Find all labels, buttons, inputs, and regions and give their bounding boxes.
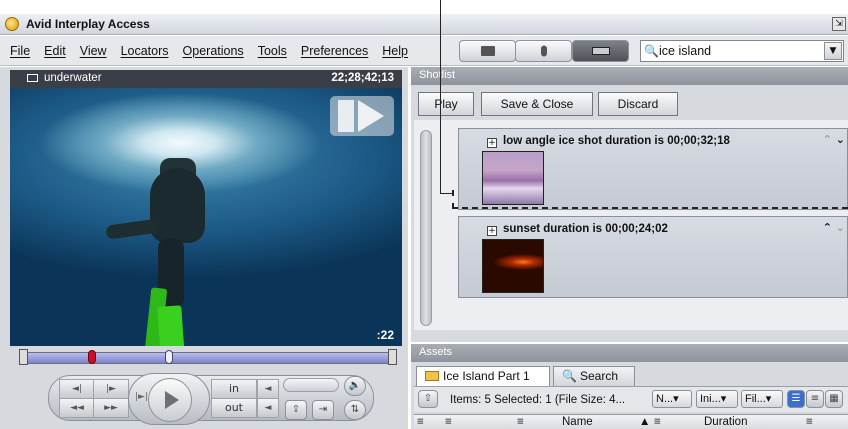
- shot-item[interactable]: + sunset duration is 00;00;24;02 ⌃ ⌄: [458, 216, 848, 298]
- column-grip-icon[interactable]: ≡: [517, 416, 524, 428]
- search-icon: 🔍: [644, 44, 659, 58]
- drop-indicator: [452, 207, 848, 211]
- initial-filter-dropdown[interactable]: Ini...▾: [696, 390, 738, 408]
- tab-search[interactable]: 🔍 Search: [553, 366, 635, 386]
- fast-forward-icon[interactable]: [330, 96, 394, 136]
- expand-icon[interactable]: +: [487, 138, 497, 148]
- title-bar: Avid Interplay Access ⇲: [0, 14, 848, 35]
- go-to-in-icon[interactable]: ◄: [257, 379, 279, 399]
- filter-label: Fil...: [745, 393, 766, 405]
- column-grip-icon[interactable]: ≡: [445, 416, 452, 428]
- collapse-icon[interactable]: ⌃ ⌄: [823, 221, 845, 234]
- export-icon[interactable]: ⇪: [285, 400, 307, 420]
- frame-counter: :22: [376, 328, 394, 342]
- diver-fin: [157, 305, 187, 346]
- keyboard-icon: [591, 47, 610, 55]
- mark-in-handle[interactable]: [19, 349, 28, 365]
- sort-up-icon[interactable]: ▲: [639, 416, 650, 428]
- menu-operations[interactable]: Operations: [183, 44, 244, 58]
- menu-view[interactable]: View: [80, 44, 107, 58]
- mark-out-handle[interactable]: [388, 349, 397, 365]
- search-combo[interactable]: 🔍 ice island ▼: [640, 40, 844, 62]
- mark-in-button[interactable]: in: [211, 379, 257, 399]
- assets-header: Assets: [411, 344, 848, 362]
- menu-locators[interactable]: Locators: [121, 44, 169, 58]
- menu-edit[interactable]: Edit: [44, 44, 66, 58]
- menu-help[interactable]: Help: [382, 44, 408, 58]
- filter-label: N...: [656, 393, 674, 405]
- column-grip-icon[interactable]: ≡: [654, 416, 661, 428]
- forward-icon[interactable]: ►►: [93, 398, 129, 418]
- diver-body: [150, 168, 205, 243]
- tab-label: Search: [580, 369, 619, 383]
- marker-red[interactable]: [88, 350, 96, 364]
- file-filter-dropdown[interactable]: Fil...▾: [741, 390, 783, 408]
- name-filter-dropdown[interactable]: N...▾: [652, 390, 692, 408]
- detail-view-icon[interactable]: ≡: [806, 390, 824, 408]
- insert-icon[interactable]: ⇥: [312, 400, 334, 420]
- save-close-button[interactable]: Save & Close: [481, 92, 593, 116]
- column-duration[interactable]: Duration: [704, 416, 747, 428]
- play-shotlist-button[interactable]: Play: [418, 92, 474, 116]
- tab-ice-island[interactable]: Ice Island Part 1: [416, 366, 550, 386]
- maximize-icon[interactable]: ⇲: [832, 17, 846, 31]
- step-back-icon[interactable]: ◄|: [59, 379, 95, 399]
- discard-button[interactable]: Discard: [598, 92, 678, 116]
- mark-out-button[interactable]: out: [211, 398, 257, 418]
- callout-line: [440, 193, 453, 194]
- folder-icon: [480, 46, 495, 56]
- menu-preferences[interactable]: Preferences: [301, 44, 368, 58]
- video-frame[interactable]: :22: [10, 88, 402, 346]
- callout-line: [440, 0, 441, 194]
- folder-view-button[interactable]: [459, 40, 516, 62]
- capsule-icon: [540, 45, 547, 57]
- thumbnail-view-icon[interactable]: ▦: [825, 390, 843, 408]
- play-in-to-out-icon: |►|: [135, 392, 148, 402]
- folder-icon: [425, 371, 439, 381]
- monitor-icon: [27, 74, 38, 82]
- shotlist-scrollbar[interactable]: [420, 130, 432, 326]
- play-icon: [148, 378, 192, 422]
- shot-title: sunset duration is 00;00;24;02: [503, 223, 668, 235]
- volume-icon[interactable]: 🔈: [344, 376, 366, 396]
- search-icon: 🔍: [562, 369, 577, 383]
- video-header: underwater 22;28;42;13: [10, 70, 402, 88]
- single-view-button[interactable]: [515, 40, 572, 62]
- column-grip-icon[interactable]: ≡: [417, 416, 424, 428]
- asset-columns: ≡ ≡ ≡ Name ▲ ≡ Duration ≡: [414, 414, 848, 429]
- play-button[interactable]: |►|: [128, 373, 210, 425]
- up-folder-icon[interactable]: ⇧: [418, 390, 438, 408]
- grid-view-button[interactable]: [572, 40, 629, 62]
- step-forward-icon[interactable]: |►: [93, 379, 129, 399]
- search-input[interactable]: ice island: [659, 44, 711, 58]
- rewind-icon[interactable]: ◄◄: [59, 398, 95, 418]
- list-view-icon[interactable]: ☰: [787, 390, 805, 408]
- window-title: Avid Interplay Access: [26, 17, 150, 31]
- menu-file[interactable]: File: [10, 44, 30, 58]
- chevron-down-icon[interactable]: ▼: [824, 42, 842, 60]
- go-to-out-icon[interactable]: ◄: [257, 398, 279, 418]
- menu-tools[interactable]: Tools: [258, 44, 287, 58]
- tab-label: Ice Island Part 1: [443, 369, 530, 383]
- clip-name: underwater: [44, 72, 102, 84]
- app-logo-icon: [5, 17, 19, 31]
- shotlist-header: Shotlist: [411, 67, 848, 85]
- jog-slider[interactable]: [283, 378, 339, 392]
- assets-status: Items: 5 Selected: 1 (File Size: 4...: [450, 394, 626, 406]
- timeline-scrubber[interactable]: [19, 349, 397, 365]
- shot-title: low angle ice shot duration is 00;00;32;…: [503, 135, 730, 147]
- shot-thumbnail: [482, 151, 544, 205]
- collapse-icon[interactable]: ⌃ ⌄: [823, 133, 845, 146]
- audio-settings-icon[interactable]: ⇅: [344, 400, 366, 420]
- playhead[interactable]: [165, 350, 173, 364]
- column-name[interactable]: Name: [562, 416, 593, 428]
- filter-label: Ini...: [700, 393, 721, 405]
- menu-list: File Edit View Locators Operations Tools…: [10, 44, 422, 58]
- shot-item[interactable]: + low angle ice shot duration is 00;00;3…: [458, 128, 848, 210]
- expand-icon[interactable]: +: [487, 226, 497, 236]
- shot-thumbnail: [482, 239, 544, 293]
- column-grip-icon[interactable]: ≡: [806, 416, 813, 428]
- timecode: 22;28;42;13: [331, 72, 394, 84]
